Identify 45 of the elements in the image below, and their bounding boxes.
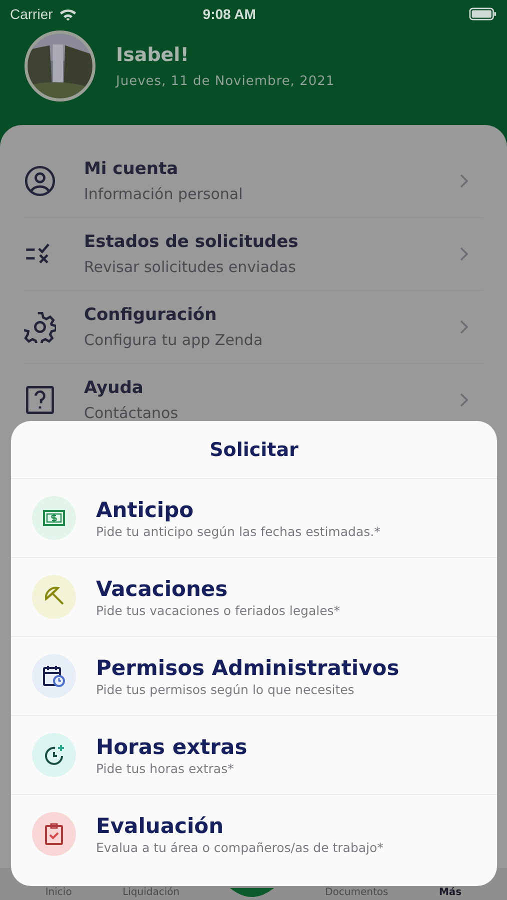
- option-title: Horas extras: [96, 734, 248, 758]
- menu-item[interactable]: Mi cuenta Información personal: [24, 145, 483, 218]
- wifi-icon: [58, 8, 77, 20]
- request-option[interactable]: Vacaciones Pide tus vacaciones o feriados legales*: [11, 558, 497, 637]
- menu-subtitle: Información personal: [84, 185, 244, 203]
- tab-item[interactable]: Más: [438, 887, 462, 898]
- menu-subtitle: Configura tu app Zenda: [84, 331, 264, 349]
- option-title: Permisos Administrativos: [96, 656, 400, 680]
- chevron-icon: [459, 246, 469, 262]
- option-title: Evaluación: [96, 814, 225, 838]
- clock-time: 9:08 AM: [202, 6, 257, 22]
- option-description: Pide tu anticipo según las fechas estimadas.*: [96, 524, 380, 538]
- menu-title: Configuración: [84, 305, 218, 325]
- option-description: Pide tus horas extras*: [96, 760, 235, 776]
- request-option[interactable]: Evaluación Evalua a tu área o compañeros/as de trabajo*: [11, 795, 497, 873]
- chevron-icon: [459, 319, 469, 335]
- menu-subtitle: Contáctanos: [84, 404, 180, 422]
- menu-item[interactable]: Configuración Configura tu app Zenda: [24, 291, 483, 364]
- menu-item[interactable]: Estados de solicitudes Revisar solicitudes enviadas: [24, 218, 483, 291]
- tab-item[interactable]: Documentos: [325, 887, 388, 898]
- option-description: Pide tus permisos según lo que necesites: [96, 682, 356, 696]
- option-description: Pide tus vacaciones o feriados legales*: [96, 602, 340, 618]
- menu-title: Estados de solicitudes: [84, 232, 300, 252]
- chevron-icon: [459, 173, 469, 189]
- option-title: Anticipo: [96, 498, 195, 522]
- center-tab-button[interactable]: [230, 888, 274, 898]
- request-option[interactable]: Horas extras Pide tus horas extras*: [11, 716, 497, 795]
- help-icon: [24, 384, 56, 416]
- option-description: Evalua a tu área o compañeros/as de trabajo*: [96, 840, 384, 854]
- user-icon: [24, 165, 56, 197]
- tab-item[interactable]: Inicio: [45, 887, 72, 898]
- menu-title: Mi cuenta: [84, 159, 180, 179]
- request-option[interactable]: Permisos Administrativos Pide tus permisos según lo que necesites: [11, 637, 497, 716]
- request-option[interactable]: Anticipo Pide tu anticipo según las fechas estimadas.*: [11, 479, 497, 558]
- option-title: Vacaciones: [96, 576, 229, 600]
- user-greeting: Isabel!: [116, 44, 190, 66]
- tab-item[interactable]: Liquidación: [122, 887, 180, 898]
- chevron-icon: [459, 392, 469, 408]
- sheet-title: Solicitar: [11, 421, 497, 479]
- menu-title: Ayuda: [84, 378, 144, 398]
- battery-icon: [469, 7, 497, 21]
- menu-subtitle: Revisar solicitudes enviadas: [84, 258, 297, 276]
- current-date: Jueves, 11 de Noviembre, 2021: [116, 74, 335, 88]
- settings-icon: [24, 311, 56, 343]
- carrier-name: Carrier: [10, 6, 53, 22]
